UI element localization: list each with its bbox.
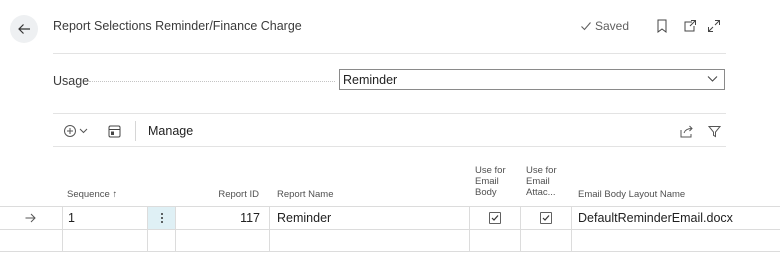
usage-value: Reminder <box>343 72 398 87</box>
share-button[interactable] <box>677 121 697 141</box>
share-icon <box>680 125 693 137</box>
header-divider <box>53 53 726 54</box>
edit-list-icon <box>108 125 120 137</box>
row-actions-button[interactable] <box>148 207 175 229</box>
saved-status: Saved <box>580 19 629 33</box>
arrow-left-icon <box>18 24 30 34</box>
check-icon <box>491 215 499 221</box>
column-header-use-email-body[interactable]: Use for Email Body <box>475 165 515 198</box>
open-new-window-button[interactable] <box>680 16 700 36</box>
back-button[interactable] <box>10 15 38 43</box>
chevron-down-icon <box>707 76 718 82</box>
column-header-line: Email <box>526 176 550 187</box>
column-header-sequence-label: Sequence <box>67 189 110 200</box>
column-header-line: Email <box>475 176 499 187</box>
saved-label: Saved <box>595 19 630 33</box>
edit-list-button[interactable] <box>104 121 124 141</box>
column-header-report-id[interactable]: Report ID <box>205 189 259 200</box>
sort-ascending-icon: ↑ <box>112 189 118 200</box>
current-row-arrow-icon <box>25 213 36 223</box>
column-header-sequence[interactable]: Sequence ↑ <box>67 189 117 200</box>
expand-icon <box>708 20 720 32</box>
manage-menu[interactable]: Manage <box>148 124 193 138</box>
new-line-icon <box>63 125 76 137</box>
column-header-use-email-attach[interactable]: Use for Email Attac... <box>526 165 568 198</box>
filter-icon <box>707 125 721 137</box>
column-header-line: Attac... <box>526 187 556 198</box>
column-header-line: Use for <box>526 165 557 176</box>
table-row-border <box>0 251 780 252</box>
use-email-attach-checkbox[interactable] <box>540 212 552 224</box>
more-vertical-icon <box>160 213 163 223</box>
email-body-layout-cell[interactable]: DefaultReminderEmail.docx <box>578 211 733 225</box>
table-empty-row[interactable] <box>0 230 780 251</box>
column-header-email-body-layout[interactable]: Email Body Layout Name <box>578 189 685 200</box>
toolbar-divider-bottom <box>53 146 726 147</box>
sequence-cell[interactable]: 1 <box>68 211 75 225</box>
usage-select[interactable]: Reminder <box>339 69 725 90</box>
report-name-cell: Reminder <box>277 211 332 225</box>
new-line-menu-button[interactable] <box>58 121 92 141</box>
section-divider <box>53 113 726 114</box>
usage-label: Usage <box>53 74 90 88</box>
column-header-report-name[interactable]: Report Name <box>277 189 334 200</box>
column-header-line: Body <box>475 187 497 198</box>
column-header-line: Use for <box>475 165 506 176</box>
bookmark-button[interactable] <box>652 16 672 36</box>
chevron-down-icon <box>79 128 87 134</box>
bookmark-icon <box>657 19 667 33</box>
report-id-cell[interactable]: 117 <box>176 211 260 225</box>
use-email-body-checkbox[interactable] <box>489 212 501 224</box>
toolbar-divider <box>135 121 136 141</box>
check-icon <box>542 215 550 221</box>
open-in-new-icon <box>684 20 696 32</box>
expand-button[interactable] <box>704 16 724 36</box>
table-row[interactable]: 1 117 Reminder DefaultReminderEmail.docx <box>0 207 780 229</box>
checkmark-icon <box>581 22 591 31</box>
field-leader-line <box>89 81 335 82</box>
filter-button[interactable] <box>704 121 724 141</box>
page-title: Report Selections Reminder/Finance Charg… <box>53 19 302 33</box>
